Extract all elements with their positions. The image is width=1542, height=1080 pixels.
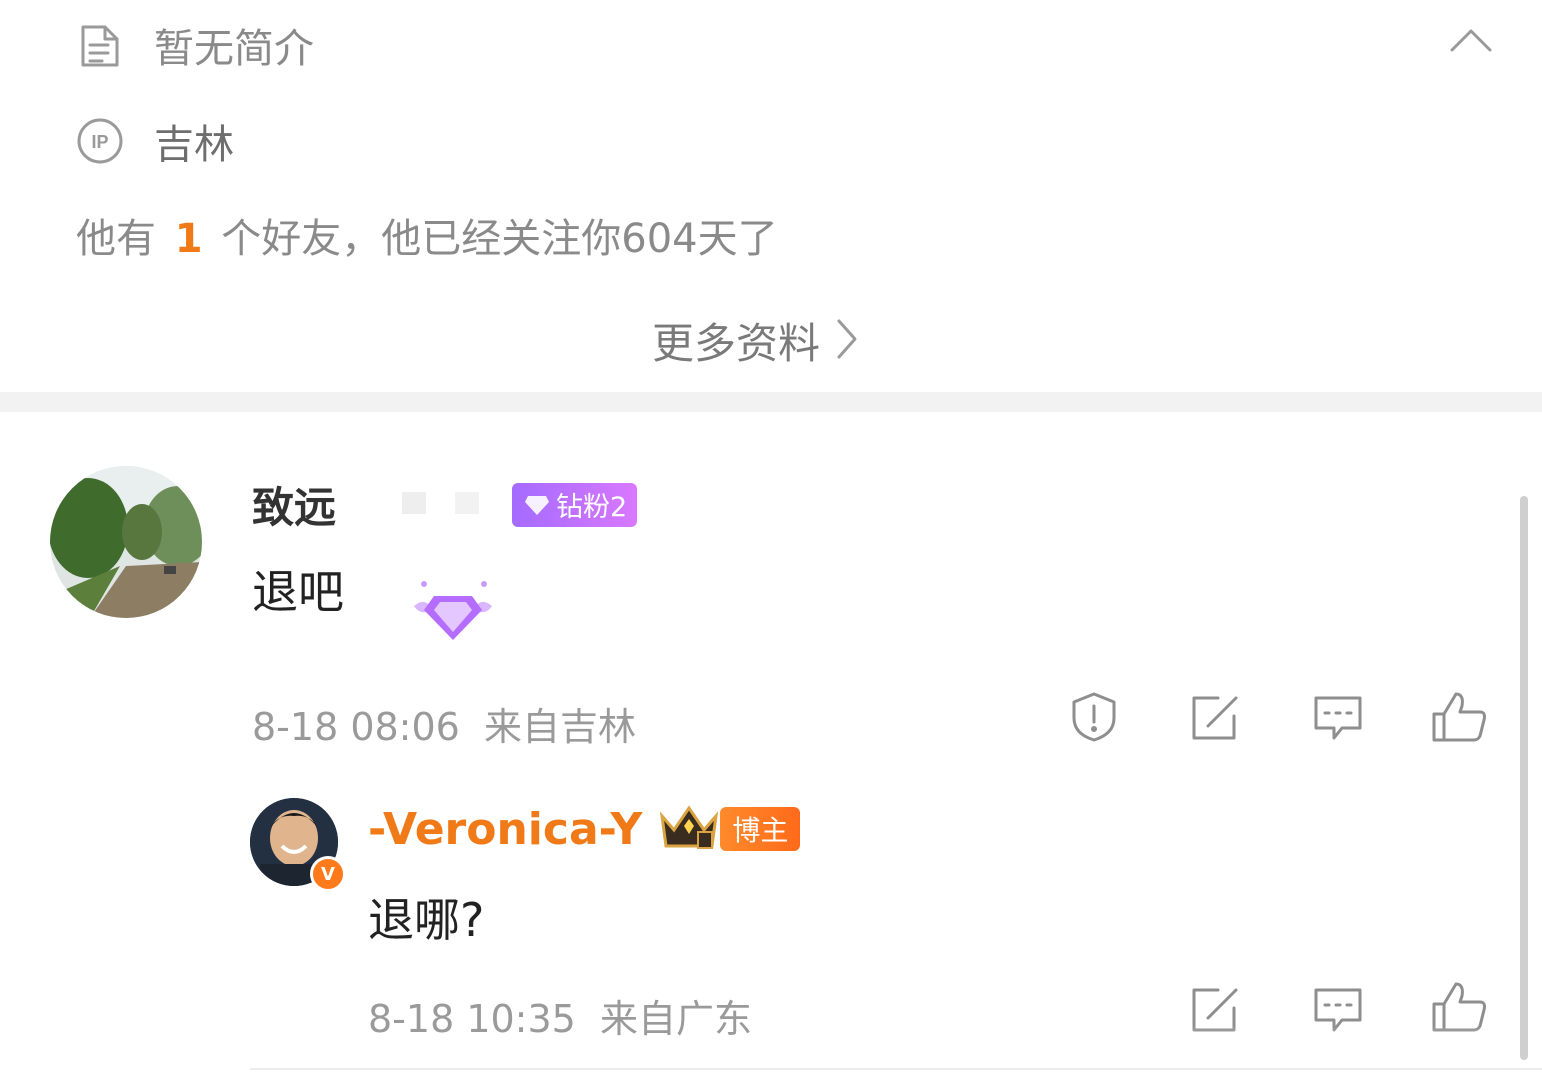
friends-prefix: 他有 <box>76 216 156 262</box>
comment-username[interactable]: 致远 <box>252 474 336 535</box>
bio-text: 暂无简介 <box>154 26 314 72</box>
bottom-fade <box>1180 1026 1540 1066</box>
redacted-block <box>455 491 480 514</box>
comment-location: 来自吉林 <box>483 705 636 749</box>
svg-text:IP: IP <box>91 132 108 152</box>
fan-badge-label: 钻粉2 <box>556 492 628 523</box>
redacted-name <box>336 491 512 518</box>
comment-icon[interactable] <box>1312 694 1364 748</box>
share-icon[interactable] <box>1190 694 1242 746</box>
host-badge[interactable]: 博主 <box>720 807 801 851</box>
friends-count[interactable]: 1 <box>175 216 203 262</box>
report-icon[interactable] <box>1068 690 1120 748</box>
more-info-label: 更多资料 <box>652 319 821 368</box>
chevron-right-icon <box>834 317 860 365</box>
comment-time: 8-18 08:06 <box>252 705 460 749</box>
redacted-block <box>402 491 427 514</box>
more-info-link[interactable]: 更多资料 <box>652 310 860 371</box>
verified-icon: V <box>310 856 346 892</box>
comment-text: 退吧 <box>252 565 344 619</box>
scrollbar[interactable] <box>1520 496 1528 1060</box>
chevron-up-icon[interactable] <box>1448 26 1494 60</box>
ip-location: 吉林 <box>154 122 234 168</box>
ip-icon: IP <box>76 117 124 165</box>
like-icon[interactable] <box>1430 690 1488 748</box>
bottom-divider <box>250 1068 1542 1070</box>
reply-location: 来自广东 <box>599 997 752 1041</box>
reply-time: 8-18 10:35 <box>368 997 576 1041</box>
avatar[interactable] <box>50 466 202 618</box>
diamond-icon <box>525 495 550 515</box>
comment-header: 致远 钻粉2 <box>252 474 638 535</box>
comment-meta: 8-18 08:06 来自吉林 <box>252 696 636 751</box>
reply-meta: 8-18 10:35 来自广东 <box>368 988 752 1043</box>
reply-text: 退哪? <box>368 893 485 947</box>
document-icon <box>76 21 124 69</box>
reply-username[interactable]: -Veronica-Y <box>368 804 642 855</box>
reply-header: -Veronica-Y 博主 <box>368 802 801 856</box>
friends-summary: 他有 1 个好友，他已经关注你604天了 <box>76 206 778 264</box>
friends-suffix: 个好友，他已经关注你604天了 <box>221 216 778 262</box>
section-divider <box>0 392 1542 412</box>
diamond-fan-icon <box>408 576 498 650</box>
bio-row: 暂无简介 <box>76 16 314 74</box>
fan-badge[interactable]: 钻粉2 <box>512 482 638 527</box>
crown-icon <box>658 802 720 856</box>
ip-row: IP 吉林 <box>76 112 234 170</box>
